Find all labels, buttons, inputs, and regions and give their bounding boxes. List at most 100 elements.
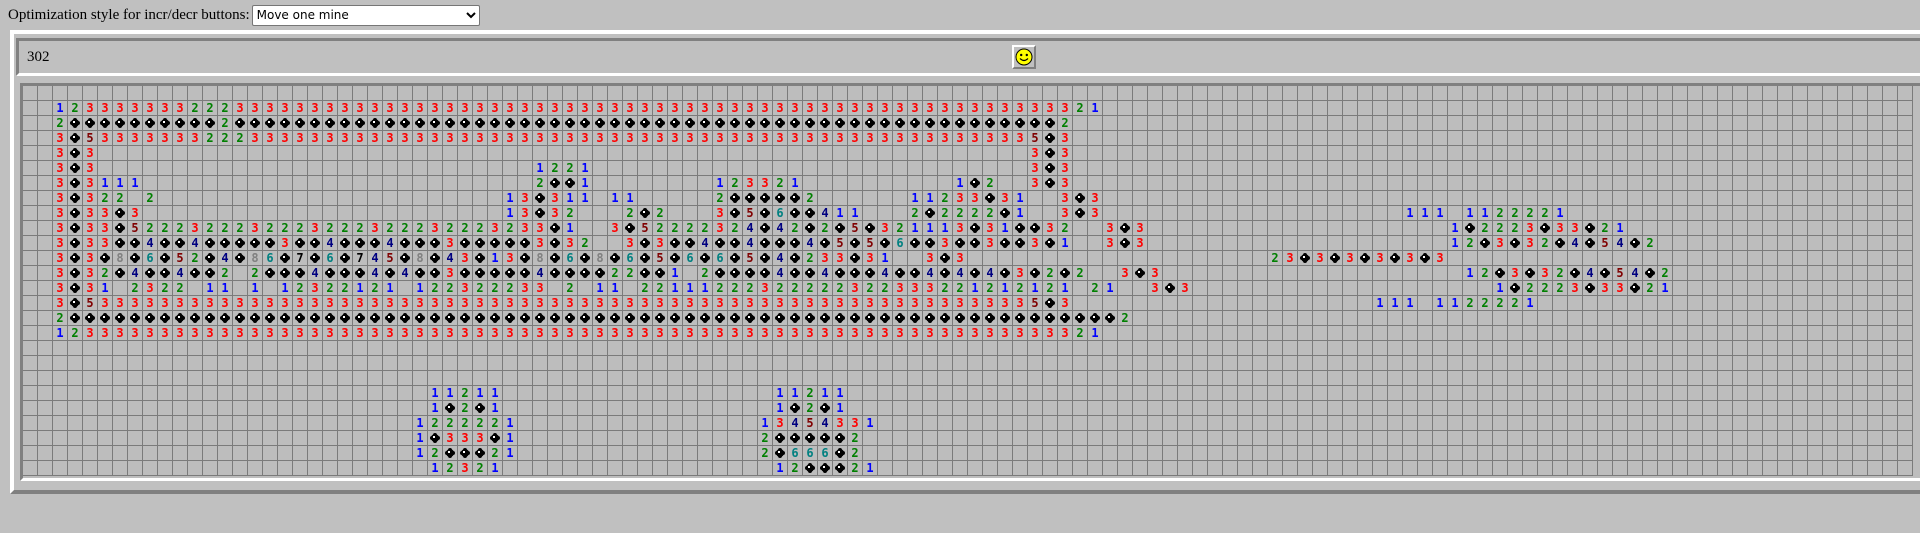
covered-cell[interactable]	[1418, 281, 1433, 296]
covered-cell[interactable]	[1508, 401, 1523, 416]
number-cell[interactable]: 3	[533, 326, 548, 341]
covered-cell[interactable]	[1478, 446, 1493, 461]
covered-cell[interactable]	[1673, 236, 1688, 251]
covered-cell[interactable]	[1343, 191, 1358, 206]
covered-cell[interactable]	[1538, 341, 1553, 356]
covered-cell[interactable]	[653, 191, 668, 206]
covered-cell[interactable]	[608, 431, 623, 446]
covered-cell[interactable]	[1463, 311, 1478, 326]
number-cell[interactable]: 3	[488, 326, 503, 341]
number-cell[interactable]: 3	[998, 326, 1013, 341]
number-cell[interactable]: 2	[818, 281, 833, 296]
covered-cell[interactable]	[1658, 446, 1673, 461]
number-cell[interactable]: 3	[533, 236, 548, 251]
covered-cell[interactable]	[413, 401, 428, 416]
covered-cell[interactable]	[533, 341, 548, 356]
mine-icon[interactable]	[1358, 251, 1373, 266]
covered-cell[interactable]	[1148, 161, 1163, 176]
covered-cell[interactable]	[1523, 446, 1538, 461]
covered-cell[interactable]	[1568, 131, 1583, 146]
number-cell[interactable]: 3	[923, 251, 938, 266]
number-cell[interactable]: 3	[203, 296, 218, 311]
covered-cell[interactable]	[1028, 401, 1043, 416]
covered-cell[interactable]	[1448, 266, 1463, 281]
covered-cell[interactable]	[878, 446, 893, 461]
number-cell[interactable]: 3	[818, 326, 833, 341]
number-cell[interactable]: 2	[1523, 206, 1538, 221]
covered-cell[interactable]	[1523, 161, 1538, 176]
number-cell[interactable]: 6	[323, 251, 338, 266]
number-cell[interactable]: 3	[488, 131, 503, 146]
number-cell[interactable]: 3	[533, 131, 548, 146]
mine-icon[interactable]	[158, 266, 173, 281]
covered-cell[interactable]	[1148, 116, 1163, 131]
covered-cell[interactable]	[1463, 86, 1478, 101]
number-cell[interactable]: 3	[1178, 281, 1193, 296]
covered-cell[interactable]	[1403, 116, 1418, 131]
mine-icon[interactable]	[998, 206, 1013, 221]
covered-cell[interactable]	[1778, 326, 1793, 341]
covered-cell[interactable]	[1223, 341, 1238, 356]
covered-cell[interactable]	[548, 281, 563, 296]
covered-cell[interactable]	[98, 161, 113, 176]
covered-cell[interactable]	[1388, 116, 1403, 131]
covered-cell[interactable]	[1328, 221, 1343, 236]
covered-cell[interactable]	[1433, 386, 1448, 401]
covered-cell[interactable]	[1598, 101, 1613, 116]
mine-icon[interactable]	[1493, 266, 1508, 281]
mine-icon[interactable]	[818, 311, 833, 326]
covered-cell[interactable]	[1808, 236, 1823, 251]
mine-icon[interactable]	[263, 266, 278, 281]
covered-cell[interactable]	[458, 341, 473, 356]
covered-cell[interactable]	[1178, 431, 1193, 446]
covered-cell[interactable]	[773, 341, 788, 356]
mine-icon[interactable]	[668, 236, 683, 251]
covered-cell[interactable]	[518, 86, 533, 101]
covered-cell[interactable]	[1358, 311, 1373, 326]
mine-icon[interactable]	[593, 311, 608, 326]
covered-cell[interactable]	[998, 251, 1013, 266]
covered-cell[interactable]	[1898, 161, 1913, 176]
covered-cell[interactable]	[1688, 386, 1703, 401]
covered-cell[interactable]	[1418, 236, 1433, 251]
covered-cell[interactable]	[1073, 296, 1088, 311]
covered-cell[interactable]	[263, 431, 278, 446]
covered-cell[interactable]	[623, 401, 638, 416]
covered-cell[interactable]	[488, 146, 503, 161]
number-cell[interactable]: 3	[653, 101, 668, 116]
number-cell[interactable]: 2	[458, 401, 473, 416]
covered-cell[interactable]	[1403, 146, 1418, 161]
covered-cell[interactable]	[248, 146, 263, 161]
covered-cell[interactable]	[1568, 446, 1583, 461]
covered-cell[interactable]	[683, 266, 698, 281]
covered-cell[interactable]	[1088, 161, 1103, 176]
mine-icon[interactable]	[713, 236, 728, 251]
number-cell[interactable]: 3	[908, 131, 923, 146]
number-cell[interactable]: 3	[743, 131, 758, 146]
covered-cell[interactable]	[698, 191, 713, 206]
covered-cell[interactable]	[83, 461, 98, 476]
covered-cell[interactable]	[1343, 206, 1358, 221]
covered-cell[interactable]	[623, 176, 638, 191]
covered-cell[interactable]	[263, 176, 278, 191]
covered-cell[interactable]	[1088, 401, 1103, 416]
covered-cell[interactable]	[1538, 431, 1553, 446]
covered-cell[interactable]	[443, 191, 458, 206]
covered-cell[interactable]	[1178, 251, 1193, 266]
covered-cell[interactable]	[1763, 296, 1778, 311]
number-cell[interactable]: 3	[83, 161, 98, 176]
covered-cell[interactable]	[188, 161, 203, 176]
number-cell[interactable]: 2	[293, 281, 308, 296]
covered-cell[interactable]	[1673, 461, 1688, 476]
number-cell[interactable]: 3	[773, 101, 788, 116]
number-cell[interactable]: 3	[278, 101, 293, 116]
covered-cell[interactable]	[1523, 326, 1538, 341]
covered-cell[interactable]	[218, 341, 233, 356]
covered-cell[interactable]	[1583, 401, 1598, 416]
covered-cell[interactable]	[653, 86, 668, 101]
covered-cell[interactable]	[1178, 116, 1193, 131]
covered-cell[interactable]	[1418, 161, 1433, 176]
number-cell[interactable]: 3	[1028, 146, 1043, 161]
covered-cell[interactable]	[1793, 101, 1808, 116]
covered-cell[interactable]	[1598, 326, 1613, 341]
